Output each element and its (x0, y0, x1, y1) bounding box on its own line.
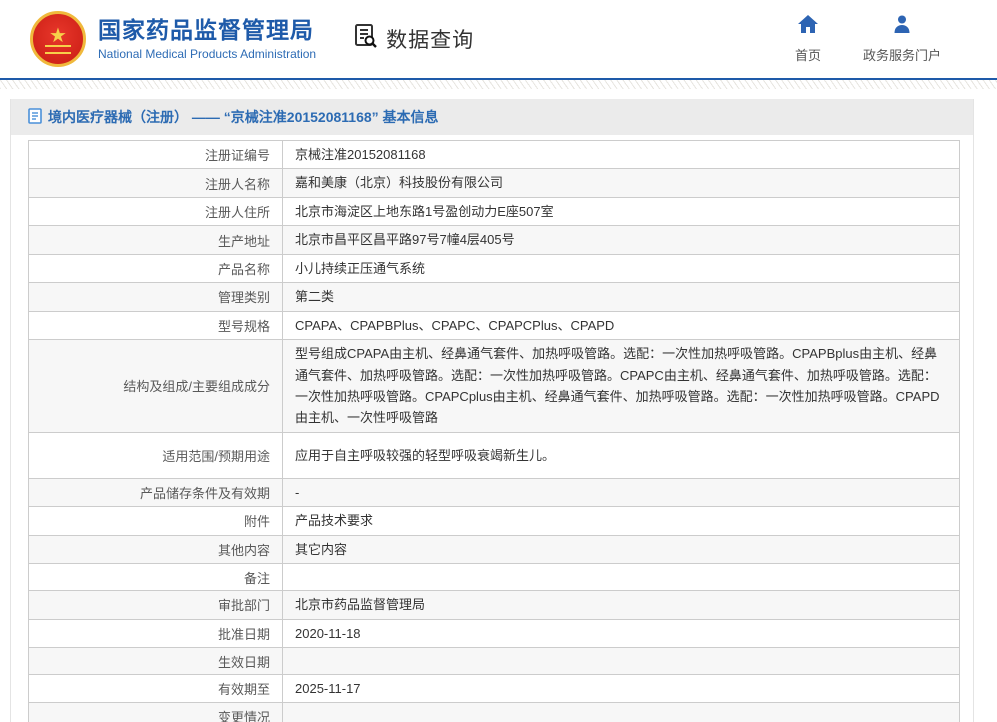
row-value: 应用于自主呼吸较强的轻型呼吸衰竭新生儿。 (283, 432, 960, 478)
data-query-button[interactable]: 数据查询 (352, 22, 474, 56)
nav-item-home[interactable]: 首页 (795, 14, 821, 64)
row-value: 产品技术要求 (283, 507, 960, 535)
org-name-cn: 国家药品监督管理局 (98, 17, 316, 45)
table-row: 注册人名称嘉和美康（北京）科技股份有限公司 (29, 169, 960, 197)
row-label: 结构及组成/主要组成成分 (29, 340, 283, 433)
row-label: 注册人名称 (29, 169, 283, 197)
user-icon (892, 14, 912, 39)
table-row: 型号规格CPAPA、CPAPBPlus、CPAPC、CPAPCPlus、CPAP… (29, 311, 960, 339)
row-label: 型号规格 (29, 311, 283, 339)
table-wrap: 注册证编号京械注准20152081168注册人名称嘉和美康（北京）科技股份有限公… (11, 135, 973, 722)
row-label: 注册证编号 (29, 141, 283, 169)
row-value: 型号组成CPAPA由主机、经鼻通气套件、加热呼吸管路。选配：一次性加热呼吸管路。… (283, 340, 960, 433)
table-row: 生效日期 (29, 648, 960, 675)
row-value: 京械注准20152081168 (283, 141, 960, 169)
row-label: 审批部门 (29, 591, 283, 619)
row-value: 2025-11-17 (283, 675, 960, 703)
row-label: 产品名称 (29, 254, 283, 282)
row-label: 附件 (29, 507, 283, 535)
registration-info-table: 注册证编号京械注准20152081168注册人名称嘉和美康（北京）科技股份有限公… (28, 140, 960, 722)
header-nav: 首页 政务服务门户 (795, 14, 941, 64)
row-label: 变更情况 (29, 703, 283, 722)
row-label: 管理类别 (29, 283, 283, 311)
row-label: 注册人住所 (29, 197, 283, 225)
row-value: 第二类 (283, 283, 960, 311)
content-panel: 境内医疗器械（注册） —— “京械注准20152081168” 基本信息 注册证… (10, 99, 974, 722)
document-search-icon (352, 22, 386, 56)
row-value (283, 703, 960, 722)
row-label: 生效日期 (29, 648, 283, 675)
table-row: 备注 (29, 564, 960, 591)
table-row: 管理类别第二类 (29, 283, 960, 311)
row-label: 产品储存条件及有效期 (29, 478, 283, 506)
row-label: 批准日期 (29, 619, 283, 647)
page-title: 境内医疗器械（注册） —— “京械注准20152081168” 基本信息 (48, 107, 439, 127)
nav-item-label: 首页 (795, 45, 821, 64)
table-row: 其他内容其它内容 (29, 535, 960, 563)
hatch-strip (0, 80, 997, 89)
brand[interactable]: ★ 国家药品监督管理局 National Medical Products Ad… (30, 11, 316, 67)
row-label: 备注 (29, 564, 283, 591)
row-value: 北京市昌平区昌平路97号7幢4层405号 (283, 226, 960, 254)
table-row: 结构及组成/主要组成成分型号组成CPAPA由主机、经鼻通气套件、加热呼吸管路。选… (29, 340, 960, 433)
org-name-en: National Medical Products Administration (98, 47, 316, 61)
table-row: 产品储存条件及有效期- (29, 478, 960, 506)
row-label: 有效期至 (29, 675, 283, 703)
nav-item-label: 政务服务门户 (863, 45, 941, 64)
document-icon (28, 108, 48, 127)
table-row: 适用范围/预期用途应用于自主呼吸较强的轻型呼吸衰竭新生儿。 (29, 432, 960, 478)
row-value (283, 648, 960, 675)
row-label: 适用范围/预期用途 (29, 432, 283, 478)
row-value: 北京市药品监督管理局 (283, 591, 960, 619)
table-row: 批准日期2020-11-18 (29, 619, 960, 647)
table-row: 审批部门北京市药品监督管理局 (29, 591, 960, 619)
row-label: 其他内容 (29, 535, 283, 563)
table-row: 有效期至2025-11-17 (29, 675, 960, 703)
table-row: 附件产品技术要求 (29, 507, 960, 535)
table-row: 生产地址北京市昌平区昌平路97号7幢4层405号 (29, 226, 960, 254)
row-value: CPAPA、CPAPBPlus、CPAPC、CPAPCPlus、CPAPD (283, 311, 960, 339)
data-query-label: 数据查询 (386, 24, 474, 54)
row-value (283, 564, 960, 591)
page-title-bar: 境内医疗器械（注册） —— “京械注准20152081168” 基本信息 (11, 99, 973, 135)
header: ★ 国家药品监督管理局 National Medical Products Ad… (0, 0, 997, 78)
nav-item-portal[interactable]: 政务服务门户 (863, 14, 941, 64)
table-row: 变更情况 (29, 703, 960, 722)
row-value: - (283, 478, 960, 506)
row-value: 北京市海淀区上地东路1号盈创动力E座507室 (283, 197, 960, 225)
row-value: 嘉和美康（北京）科技股份有限公司 (283, 169, 960, 197)
row-value: 2020-11-18 (283, 619, 960, 647)
table-row: 注册证编号京械注准20152081168 (29, 141, 960, 169)
table-row: 注册人住所北京市海淀区上地东路1号盈创动力E座507室 (29, 197, 960, 225)
row-value: 小儿持续正压通气系统 (283, 254, 960, 282)
row-label: 生产地址 (29, 226, 283, 254)
national-emblem-icon: ★ (30, 11, 86, 67)
home-icon (797, 14, 819, 39)
row-value: 其它内容 (283, 535, 960, 563)
table-row: 产品名称小儿持续正压通气系统 (29, 254, 960, 282)
